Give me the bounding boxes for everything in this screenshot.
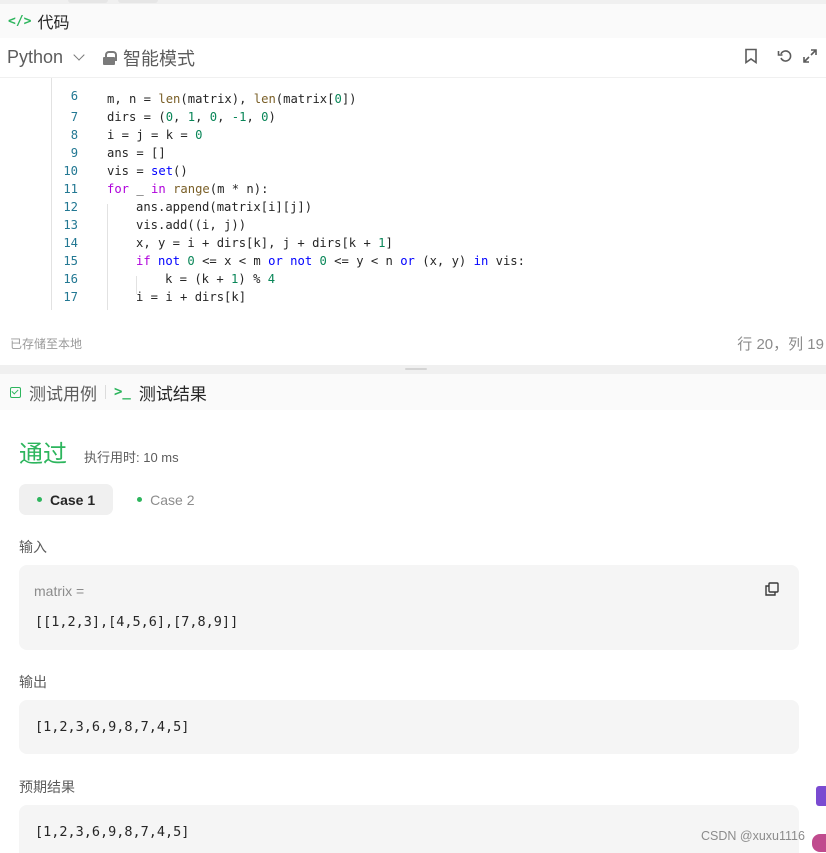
indent-guide [107,204,108,310]
status-dot [137,497,143,502]
code-line: 14 vis.add((i, j)) [0,216,246,250]
code-line: 10 ans = [] [0,144,165,178]
line-text: k = (k + 1) % 4 [165,272,276,286]
editor-status-bar: 已存储至本地 行 20，列 19 [0,325,826,361]
code-panel-title: 代码 [37,15,70,32]
code-line: 17 k = (k + 1) % 4 [0,270,275,304]
status-dot [37,497,42,502]
case-tab-2[interactable]: Case 2 [119,484,212,515]
lock-icon [103,50,118,65]
code-line: 12 for _ in range(m * n): [0,180,268,214]
case-tab-label: Case 1 [50,491,96,508]
line-text: for _ in range(m * n): [107,182,269,196]
output-value: [1,2,3,6,9,8,7,4,5] [35,719,190,735]
code-line: 6 """ [0,78,129,103]
code-line: 11 vis = set() [0,162,187,196]
line-text: ans.append(matrix[i][j]) [136,200,313,214]
result-tabs: 测试用例 >_ 测试结果 [0,374,826,410]
case-tabs: Case 1 Case 2 [19,484,219,515]
code-line: 16 if not 0 <= x < m or not 0 <= y < n o… [0,252,525,286]
tab-stub[interactable] [68,0,108,3]
chevron-down-icon [73,49,85,61]
code-icon: </> [8,13,32,29]
smart-mode-toggle[interactable]: 智能模式 [103,45,195,71]
expected-box: [1,2,3,6,9,8,7,4,5] [19,805,799,853]
copy-button[interactable] [765,582,779,596]
line-text: i = j = k = 0 [107,128,203,142]
editor-toolbar: Python 智能模式 [0,38,826,78]
code-line: 15 x, y = i + dirs[k], j + dirs[k + 1] [0,234,392,268]
expected-value: [1,2,3,6,9,8,7,4,5] [35,824,190,840]
code-line: 9 i = j = k = 0 [0,126,203,160]
input-box: matrix = [[1,2,3],[4,5,6],[7,8,9]] [19,565,799,650]
input-value: [[1,2,3],[4,5,6],[7,8,9]] [35,614,239,630]
floating-widget[interactable] [816,786,826,806]
smart-mode-label: 智能模式 [123,48,196,69]
line-text: m, n = len(matrix), len(matrix[0]) [107,92,357,106]
input-label: 输入 [19,539,47,555]
line-text: dirs = (0, 1, 0, -1, 0) [107,110,276,124]
language-select[interactable]: Python [7,47,85,68]
case-tab-label: Case 2 [150,491,195,508]
language-label: Python [7,47,64,67]
line-number: 18 [44,306,78,310]
line-text: vis = set() [107,164,188,178]
tab-separator [105,385,106,399]
drag-handle[interactable] [405,368,427,370]
cursor-position[interactable]: 行 20，列 19 [737,333,824,354]
code-panel-header: </> 代码 [0,4,826,38]
line-text: """ [107,78,130,85]
terminal-icon: >_ [114,384,131,400]
undo-icon [777,49,792,62]
line-text: i = i + dirs[k] [136,290,247,304]
code-line: 13 ans.append(matrix[i][j]) [0,198,312,232]
case-tab-1[interactable]: Case 1 [19,484,114,515]
tab-testcase[interactable]: 测试用例 [29,380,97,405]
tab-stub[interactable] [118,0,158,3]
tab-test-result[interactable]: 测试结果 [139,380,207,405]
result-panel: 测试用例 >_ 测试结果 通过 执行用时: 10 ms Case 1 Case … [0,374,826,853]
expand-icon [803,48,817,63]
code-panel: </> 代码 Python 智能模式 6 """ 7 m, n = len(ma… [0,0,826,365]
output-label: 输出 [19,674,47,690]
line-text: if not 0 <= x < m or not 0 <= y < n or (… [136,254,525,268]
copy-icon [765,582,779,596]
code-line: 7 m, n = len(matrix), len(matrix[0]) [0,90,357,124]
output-box: [1,2,3,6,9,8,7,4,5] [19,700,799,754]
verdict-row: 通过 执行用时: 10 ms [19,434,179,469]
panel-splitter[interactable] [0,365,826,374]
expand-button[interactable] [802,48,826,69]
bookmark-button[interactable] [734,48,768,69]
watermark: CSDN @xuxu1116 [701,829,805,843]
line-text: ans = [] [107,146,166,160]
code-editor[interactable]: 6 """ 7 m, n = len(matrix), len(matrix[0… [0,78,826,310]
expected-label: 预期结果 [19,779,75,795]
line-text: vis.add((i, j)) [136,218,247,232]
bookmark-icon [745,48,757,64]
checkbox-icon [10,386,21,398]
avatar[interactable] [812,834,826,852]
code-line: 8 dirs = (0, 1, 0, -1, 0) [0,108,276,142]
code-line: 18 i = i + dirs[k] [0,288,246,310]
line-text: x, y = i + dirs[k], j + dirs[k + 1] [136,236,393,250]
save-status: 已存储至本地 [10,336,83,351]
toolbar-icons [734,38,826,78]
verdict-status: 通过 [19,441,67,468]
runtime-text: 执行用时: 10 ms [84,450,179,465]
input-variable-name: matrix = [34,583,85,599]
undo-button[interactable] [768,48,802,69]
